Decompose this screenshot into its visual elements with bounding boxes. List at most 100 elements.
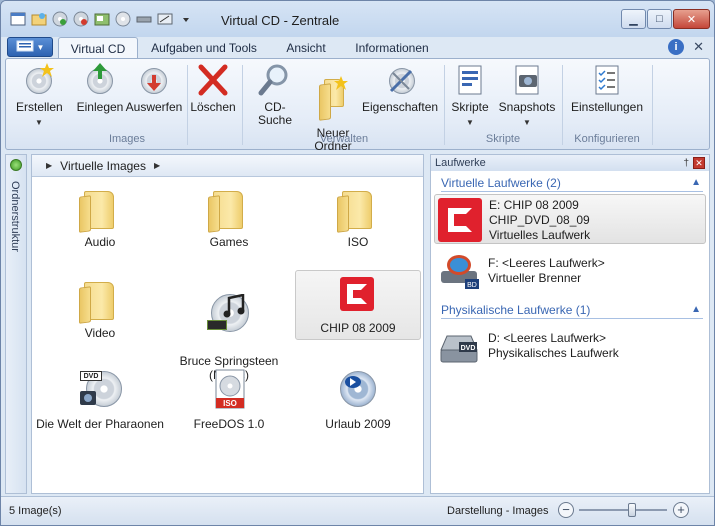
- dvd-drive-icon: DVD: [437, 324, 481, 368]
- maximize-icon: □: [656, 13, 663, 25]
- drive-f-line2: Virtueller Brenner: [488, 271, 582, 285]
- svg-text:BD: BD: [467, 282, 477, 289]
- checklist-icon: [590, 63, 624, 97]
- ribbon-close-icon[interactable]: ✕: [693, 39, 704, 55]
- disc-insert-icon: [83, 63, 117, 97]
- zoom-in-button[interactable]: +: [673, 502, 689, 518]
- folder-icon: [78, 185, 122, 231]
- delete-icon: [196, 63, 230, 97]
- list-item-audio[interactable]: Audio: [40, 179, 160, 257]
- erstellen-label: Erstellen: [16, 100, 63, 114]
- list-item-bruce-springsteen[interactable]: Bruce Springsteen (Magic): [169, 270, 289, 382]
- ordnerstruktur-panel[interactable]: Ordnerstruktur: [5, 154, 27, 494]
- zoom-out-button[interactable]: −: [558, 502, 574, 518]
- list-item-chip-08-2009[interactable]: CHIP 08 2009: [295, 270, 421, 340]
- tab-ansicht[interactable]: Ansicht: [274, 37, 338, 59]
- drive-f[interactable]: BD F: <Leeres Laufwerk> Virtueller Brenn…: [434, 246, 706, 296]
- list-item-die-welt-der-pharaonen[interactable]: DVD Die Welt der Pharaonen: [32, 361, 168, 439]
- list-item-games[interactable]: Games: [169, 179, 289, 257]
- collapse-icon[interactable]: ▲: [691, 304, 701, 315]
- group-skripte-label: Skripte: [485, 133, 521, 145]
- disc-add-icon[interactable]: [51, 10, 68, 27]
- camera-icon: [510, 63, 544, 97]
- pin-icon[interactable]: [10, 159, 22, 171]
- drive-d[interactable]: DVD D: <Leeres Laufwerk> Physikalisches …: [434, 321, 706, 371]
- settings-icon[interactable]: [156, 10, 173, 27]
- close-button[interactable]: ✕: [673, 9, 710, 29]
- disc-eject-icon[interactable]: [72, 10, 89, 27]
- list-item-freedos[interactable]: ISO FreeDOS 1.0: [169, 361, 289, 439]
- cd-suche-button[interactable]: CD-Suche: [248, 63, 302, 127]
- image-icon[interactable]: [93, 10, 110, 27]
- drive-d-line1: D: <Leeres Laufwerk>: [488, 331, 607, 345]
- breadcrumb[interactable]: ▶ Virtuelle Images ▶: [32, 155, 423, 177]
- chevron-right-icon[interactable]: ▶: [154, 161, 160, 170]
- minimize-button[interactable]: ▁: [621, 9, 646, 29]
- drive-f-line1: F: <Leeres Laufwerk>: [488, 256, 605, 270]
- help-icon[interactable]: i: [668, 39, 684, 55]
- minimize-icon: ▁: [629, 13, 638, 26]
- ribbon: Erstellen ▼ Einlegen Auswerfen Löschen I…: [5, 58, 710, 153]
- ordnerstruktur-label: Ordnerstruktur: [9, 181, 21, 252]
- chip-icon: [438, 198, 482, 242]
- breadcrumb-label[interactable]: Virtuelle Images: [60, 159, 146, 173]
- chip-icon: [338, 275, 378, 315]
- svg-text:ISO: ISO: [223, 399, 237, 408]
- tab-informationen[interactable]: Informationen: [346, 37, 438, 59]
- app-icon[interactable]: [9, 10, 26, 27]
- chevron-down-icon: ▼: [36, 42, 45, 52]
- chevron-right-icon[interactable]: ▶: [46, 161, 52, 170]
- window-title: Virtual CD - Zentrale: [221, 13, 340, 28]
- view-mode-label: Darstellung - Images: [447, 505, 549, 517]
- laufwerke-title: Laufwerke: [435, 157, 486, 169]
- new-folder-icon: [316, 76, 350, 110]
- zoom-slider-thumb[interactable]: [627, 503, 636, 517]
- bluray-disc-icon: [336, 367, 380, 413]
- virtual-drives-section-label[interactable]: Virtuelle Laufwerke (2): [441, 176, 561, 190]
- tab-virtual-cd[interactable]: Virtual CD: [58, 37, 138, 59]
- loeschen-button[interactable]: Löschen: [190, 63, 236, 114]
- skripte-button[interactable]: Skripte ▼: [448, 63, 492, 129]
- image-count: 5 Image(s): [9, 505, 62, 517]
- zoom-slider[interactable]: [579, 509, 667, 511]
- auswerfen-button[interactable]: Auswerfen: [124, 63, 184, 114]
- eigenschaften-button[interactable]: Eigenschaften: [362, 63, 438, 114]
- drive-icon[interactable]: [135, 10, 152, 27]
- ribbon-tab-row: ▼ Virtual CD Aufgaben und Tools Ansicht …: [1, 37, 714, 59]
- einstellungen-button[interactable]: Einstellungen: [566, 63, 648, 114]
- script-icon: [453, 63, 487, 97]
- erstellen-button[interactable]: Erstellen ▼: [16, 63, 63, 129]
- item-label: Video: [84, 326, 116, 340]
- disc-icon[interactable]: [114, 10, 131, 27]
- tab-aufgaben-und-tools[interactable]: Aufgaben und Tools: [142, 37, 266, 59]
- disc-eject-icon: [137, 63, 171, 97]
- drive-e-line2: CHIP_DVD_08_09: [489, 213, 590, 227]
- music-disc-icon: [207, 290, 251, 336]
- list-item-iso[interactable]: ISO: [298, 179, 418, 257]
- laufwerke-pane: Laufwerke † ✕ Virtuelle Laufwerke (2) ▲ …: [430, 154, 710, 494]
- folder-icon[interactable]: [30, 10, 47, 27]
- close-icon[interactable]: ✕: [693, 157, 705, 169]
- close-icon: ✕: [686, 13, 697, 26]
- collapse-icon[interactable]: ▲: [691, 177, 701, 188]
- item-label: Audio: [84, 235, 116, 249]
- list-item-urlaub-2009[interactable]: Urlaub 2009: [298, 361, 418, 439]
- laufwerke-header: Laufwerke † ✕: [431, 155, 709, 171]
- drive-e[interactable]: E: CHIP 08 2009 CHIP_DVD_08_09 Virtuelle…: [434, 194, 706, 244]
- item-label: CHIP 08 2009: [320, 321, 396, 335]
- drive-e-line1: E: CHIP 08 2009: [489, 198, 579, 212]
- dropdown-icon[interactable]: [177, 10, 194, 27]
- application-menu-button[interactable]: ▼: [7, 37, 53, 57]
- burner-icon: BD: [437, 249, 481, 293]
- auswerfen-label: Auswerfen: [125, 100, 183, 114]
- einlegen-button[interactable]: Einlegen: [74, 63, 126, 114]
- snapshots-button[interactable]: Snapshots ▼: [498, 63, 556, 129]
- group-konfigurieren-label: Konfigurieren: [574, 133, 640, 145]
- maximize-button[interactable]: □: [647, 9, 672, 29]
- physical-drives-section-label[interactable]: Physikalische Laufwerke (1): [441, 303, 590, 317]
- group-images-label: Images: [108, 133, 146, 145]
- list-item-video[interactable]: Video: [40, 270, 160, 348]
- iso-disc-icon: ISO: [207, 367, 251, 413]
- pin-icon[interactable]: †: [683, 156, 689, 172]
- title-bar: Virtual CD - Zentrale ▁ □ ✕: [1, 1, 714, 37]
